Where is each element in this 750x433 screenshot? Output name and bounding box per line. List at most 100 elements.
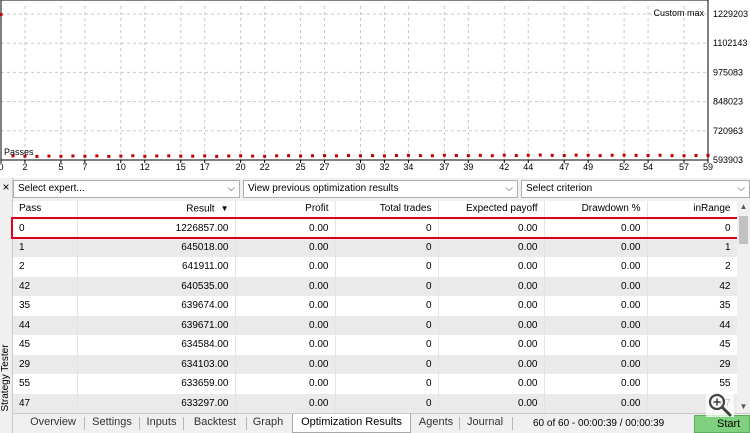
cell-drawdown: 0.00	[544, 335, 648, 355]
chevron-down-icon: ⌵	[505, 183, 513, 194]
table-row[interactable]: 1 645018.00 0.00 0 0.00 0.00 1	[13, 237, 737, 258]
scroll-thumb[interactable]	[739, 216, 748, 244]
data-point	[430, 154, 434, 158]
y-tick-label: 848023	[713, 97, 743, 107]
data-point	[562, 153, 566, 157]
cell-result: 1226857.00	[77, 218, 236, 238]
cell-expected-payoff: 0.00	[438, 237, 545, 258]
zoom-icon[interactable]	[706, 391, 734, 417]
optimization-chart: 1229203 1102143 975083 848023 720963 593903 0 2…	[0, 0, 750, 178]
x-tick-label: 49	[583, 162, 593, 172]
table-row[interactable]: 45 634584.00 0.00 0 0.00 0.00 45	[13, 335, 737, 355]
cell-total-trades: 0	[335, 237, 439, 258]
cell-profit: 0.00	[235, 374, 336, 394]
column-header-pass[interactable]: Pass	[13, 201, 78, 219]
data-point	[538, 153, 542, 157]
previous-results-dropdown[interactable]: View previous optimization results ⌵	[243, 180, 518, 198]
data-point	[59, 154, 63, 158]
column-header-drawdown[interactable]: Drawdown %	[544, 201, 648, 219]
tab-journal[interactable]: Journal	[460, 414, 510, 433]
scroll-down-icon[interactable]: ▼	[737, 401, 750, 413]
cell-inrange: 45	[647, 335, 737, 355]
table-scrollbar[interactable]: ▲ ▼	[737, 201, 750, 413]
start-button[interactable]: Start	[694, 415, 750, 433]
cell-result: 645018.00	[77, 237, 236, 258]
y-tick-label: 1229203	[713, 9, 748, 19]
select-criterion-label: Select criterion	[526, 183, 593, 194]
chart-svg: 122920311021439750838480237209635939030 2…	[0, 0, 748, 172]
tab-settings[interactable]: Settings	[85, 414, 139, 433]
cell-expected-payoff: 0.00	[438, 354, 545, 375]
results-table-container: Pass Result ▼ Profit Total trades Expecte…	[13, 201, 737, 413]
table-row[interactable]: 2 641911.00 0.00 0 0.00 0.00 2	[13, 257, 737, 277]
column-header-expected-payoff[interactable]: Expected payoff	[438, 201, 545, 219]
column-header-result[interactable]: Result ▼	[77, 201, 236, 219]
x-tick-label: 25	[296, 162, 306, 172]
x-tick-label: 47	[559, 162, 569, 172]
tab-overview[interactable]: Overview	[21, 414, 85, 433]
data-point	[418, 154, 422, 158]
x-tick-label: 52	[619, 162, 629, 172]
data-point	[454, 153, 458, 157]
data-point	[299, 154, 303, 158]
cell-expected-payoff: 0.00	[438, 276, 545, 297]
data-point	[35, 154, 39, 158]
data-point	[143, 154, 147, 158]
y-tick-label: 975083	[713, 67, 743, 77]
data-point	[706, 153, 710, 157]
data-point	[514, 153, 518, 157]
cell-result: 639674.00	[77, 296, 236, 316]
tab-optimization-results[interactable]: Optimization Results	[292, 414, 411, 433]
table-row[interactable]: 47633297.000.0000.000.0047	[13, 393, 737, 413]
table-row[interactable]: 29 634103.00 0.00 0 0.00 0.00 29	[13, 354, 737, 375]
x-tick-label: 22	[260, 162, 270, 172]
data-point	[131, 154, 135, 158]
data-point	[370, 154, 374, 158]
table-row[interactable]: 35 639674.00 0.00 0 0.00 0.00 35	[13, 296, 737, 316]
table-row[interactable]: 42 640535.00 0.00 0 0.00 0.00 42	[13, 276, 737, 297]
data-point	[203, 154, 207, 158]
cell-profit: 0.00	[235, 237, 336, 258]
tab-graph[interactable]: Graph	[247, 414, 289, 433]
x-tick-label: 17	[200, 162, 210, 172]
cell-drawdown: 0.00	[544, 315, 648, 336]
tab-agents[interactable]: Agents	[413, 414, 459, 433]
cell-result: 641911.00	[77, 257, 236, 277]
table-row[interactable]: 55 633659.00 0.00 0 0.00 0.00 55	[13, 374, 737, 394]
cell-inrange: 42	[647, 276, 737, 297]
cell-inrange: 2	[647, 257, 737, 277]
x-tick-label: 20	[236, 162, 246, 172]
chart-label-custom-max: Custom max	[653, 8, 704, 18]
column-header-inrange[interactable]: inRange	[647, 201, 737, 219]
column-header-profit[interactable]: Profit	[235, 201, 336, 219]
scroll-up-icon[interactable]: ▲	[737, 201, 750, 213]
tab-inputs[interactable]: Inputs	[140, 414, 183, 433]
table-row[interactable]: 44 639671.00 0.00 0 0.00 0.00 44	[13, 315, 737, 336]
results-table: Pass Result ▼ Profit Total trades Expecte…	[13, 201, 737, 413]
cell-inrange: 1	[647, 237, 737, 258]
data-point	[311, 154, 315, 158]
tab-backtest[interactable]: Backtest	[184, 414, 246, 433]
data-point	[682, 154, 686, 158]
select-criterion-dropdown[interactable]: Select criterion ⌵	[521, 180, 750, 198]
x-tick-label: 7	[82, 162, 87, 172]
cell-pass: 47	[13, 393, 78, 413]
cell-expected-payoff: 0.00	[438, 335, 545, 355]
table-row[interactable]: 0 1226857.00 0.00 0 0.00 0.00 0	[13, 218, 737, 238]
cell-pass: 29	[13, 354, 78, 375]
data-point	[394, 153, 398, 157]
cell-drawdown: 0.00	[544, 276, 648, 297]
close-icon[interactable]: ×	[0, 180, 12, 194]
select-expert-label: Select expert...	[18, 183, 85, 194]
x-tick-label: 15	[176, 162, 186, 172]
x-tick-label: 37	[439, 162, 449, 172]
cell-profit: 0.00	[235, 335, 336, 355]
select-expert-dropdown[interactable]: Select expert... ⌵	[13, 180, 240, 198]
column-header-total-trades[interactable]: Total trades	[335, 201, 439, 219]
data-point	[287, 154, 291, 158]
data-point	[23, 154, 27, 158]
cell-drawdown: 0.00	[544, 354, 648, 375]
data-point	[574, 153, 578, 157]
data-point	[598, 154, 602, 158]
data-point	[215, 154, 219, 158]
